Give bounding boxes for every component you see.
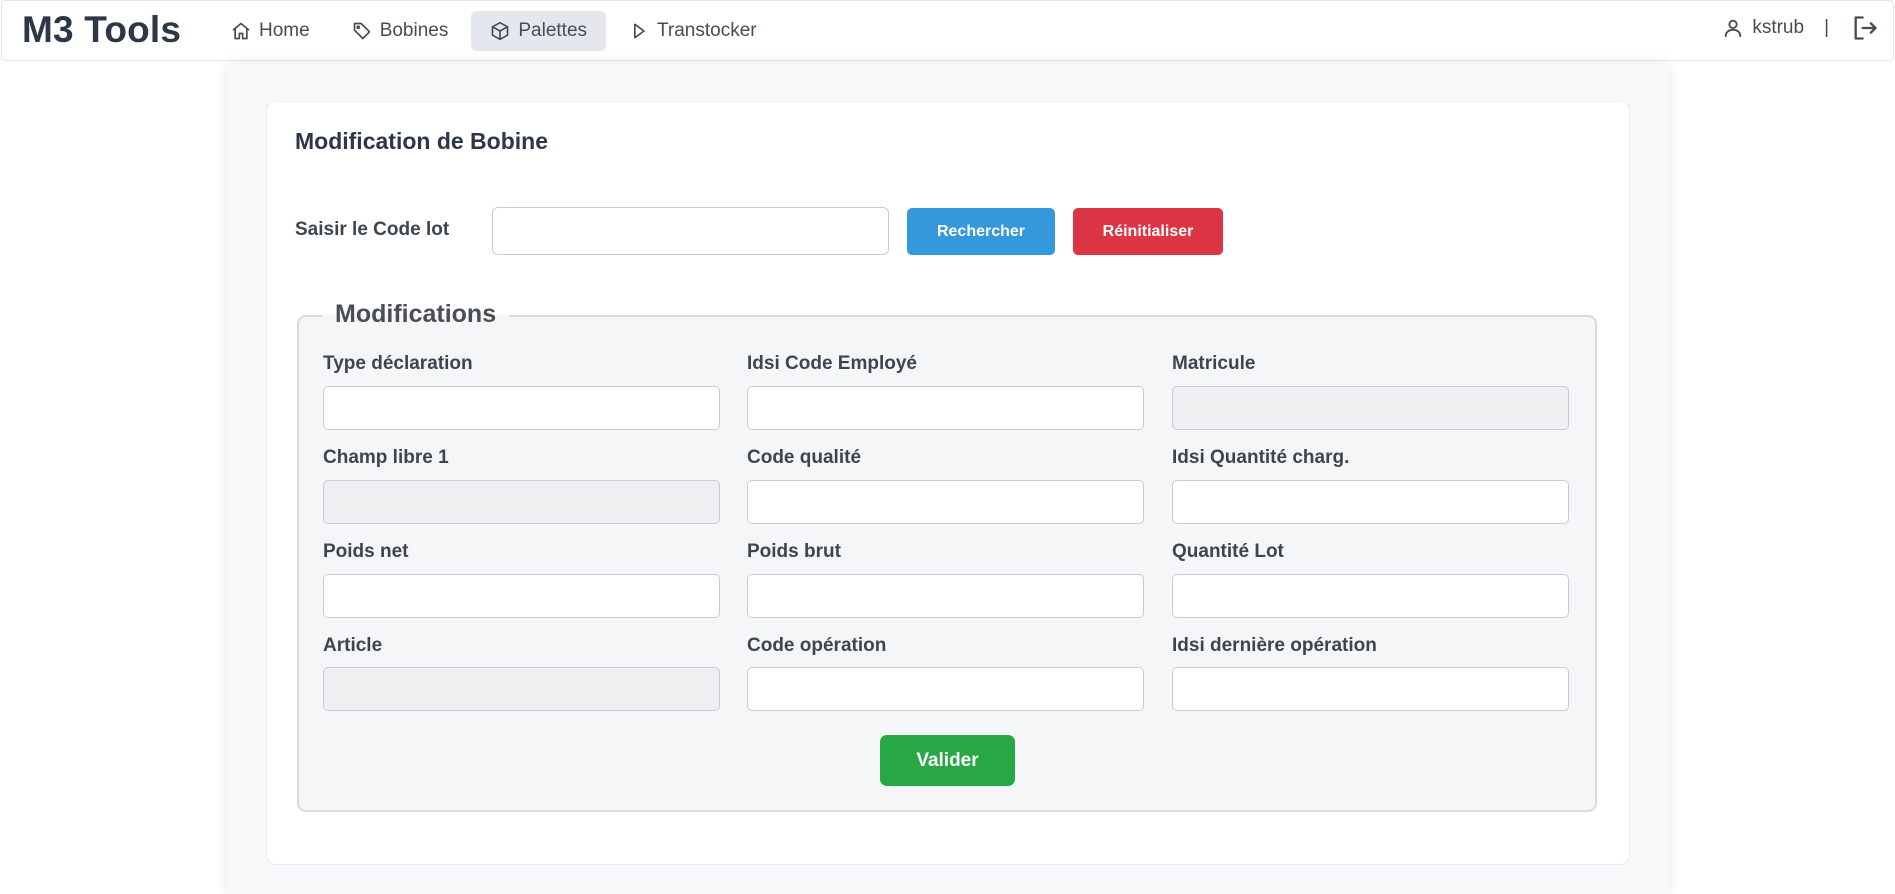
code-qualite-label: Code qualité — [747, 447, 862, 468]
poids-brut-input[interactable] — [747, 574, 1144, 618]
code-lot-input[interactable] — [492, 207, 889, 255]
top-navbar: M3 Tools Home Bobines Palettes Transtock… — [1, 0, 1894, 61]
tag-icon — [353, 22, 371, 40]
matricule-label: Matricule — [1172, 353, 1256, 374]
reset-button[interactable]: Réinitialiser — [1073, 208, 1223, 255]
quantite-lot-input[interactable] — [1172, 574, 1569, 618]
idsi-quantite-charg-label: Idsi Quantité charg. — [1172, 447, 1350, 468]
nav-item-label: Home — [259, 20, 310, 41]
app-brand[interactable]: M3 Tools — [22, 9, 181, 51]
article-label: Article — [323, 635, 383, 656]
type-declaration-input[interactable] — [323, 386, 720, 430]
quantite-lot-label: Quantité Lot — [1172, 541, 1284, 562]
code-operation-input[interactable] — [747, 667, 1144, 711]
box-icon — [492, 21, 509, 41]
code-qualite-input[interactable] — [747, 480, 1144, 524]
poids-brut-label: Poids brut — [747, 541, 841, 562]
code-lot-label: Saisir le Code lot — [295, 219, 450, 240]
play-icon — [634, 23, 645, 39]
nav-item-bobines[interactable]: Bobines — [333, 11, 468, 51]
main-nav: Home Bobines Palettes Transtocker — [212, 11, 776, 51]
nav-item-palettes[interactable]: Palettes — [471, 11, 607, 51]
user-menu[interactable]: kstrub — [1722, 17, 1804, 39]
idsi-derniere-operation-label: Idsi dernière opération — [1172, 635, 1377, 656]
idsi-derniere-operation-input[interactable] — [1172, 667, 1569, 711]
type-declaration-label: Type déclaration — [323, 353, 473, 374]
submit-button[interactable]: Valider — [880, 735, 1015, 786]
logout-button[interactable] — [1851, 14, 1879, 42]
nav-separator: | — [1824, 17, 1829, 38]
search-button[interactable]: Rechercher — [907, 208, 1055, 255]
champ-libre-1-input — [323, 480, 720, 524]
nav-item-label: Palettes — [518, 20, 588, 41]
nav-item-transtocker[interactable]: Transtocker — [610, 11, 776, 51]
champ-libre-1-label: Champ libre 1 — [323, 447, 449, 468]
matricule-input — [1172, 386, 1569, 430]
poids-net-input[interactable] — [323, 574, 720, 618]
username: kstrub — [1752, 17, 1805, 38]
home-icon — [232, 22, 250, 40]
article-input — [323, 667, 720, 711]
user-icon — [1725, 19, 1742, 38]
nav-item-label: Transtocker — [657, 20, 757, 41]
nav-item-home[interactable]: Home — [212, 11, 329, 51]
page-title: Modification de Bobine — [295, 128, 548, 154]
idsi-code-employe-label: Idsi Code Employé — [747, 353, 917, 374]
idsi-code-employe-input[interactable] — [747, 386, 1144, 430]
logout-icon — [1854, 16, 1877, 40]
modifications-legend: Modifications — [322, 300, 510, 329]
user-area: kstrub | — [1722, 14, 1879, 42]
idsi-quantite-charg-input[interactable] — [1172, 480, 1569, 524]
poids-net-label: Poids net — [323, 541, 409, 562]
nav-item-label: Bobines — [379, 20, 449, 41]
code-operation-label: Code opération — [747, 635, 887, 656]
